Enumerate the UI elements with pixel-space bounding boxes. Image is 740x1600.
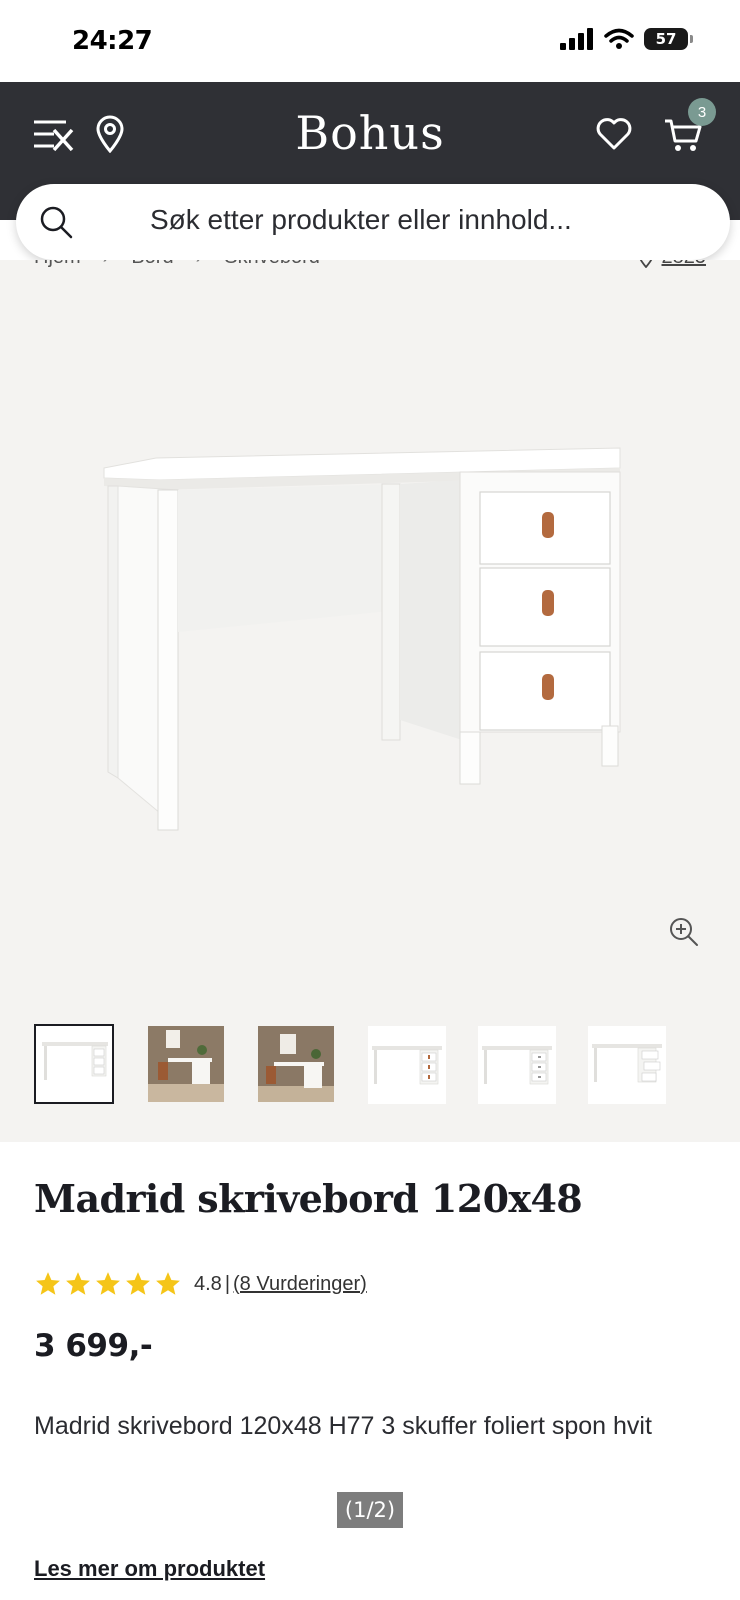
search-input[interactable]: Søk etter produkter eller innhold...: [16, 184, 730, 260]
breadcrumb-home[interactable]: Hjem: [34, 260, 81, 269]
breadcrumb: Hjem › Bord › Skrivebord: [34, 260, 320, 269]
status-bar: 24:27 57: [0, 0, 740, 82]
rating-value: 4.8: [194, 1272, 222, 1295]
star-icon: [156, 1272, 180, 1295]
battery-icon: 57: [644, 28, 693, 50]
status-time: 24:27: [72, 26, 153, 56]
wifi-icon: [604, 28, 634, 49]
breadcrumb-skrivebord[interactable]: Skrivebord: [224, 260, 320, 269]
breadcrumb-bord[interactable]: Bord: [131, 260, 173, 269]
thumbnail-5[interactable]: [478, 1026, 556, 1104]
product-image-gallery[interactable]: Hjem › Bord › Skrivebord 2825: [0, 260, 740, 1142]
thumbnail-desk-image: [592, 1044, 662, 1083]
rating-row: 4.8 | (8 Vurderinger): [34, 1270, 367, 1298]
product-description: Madrid skrivebord 120x48 H77 3 skuffer f…: [34, 1412, 652, 1440]
thumbnail-desk-image: [42, 1042, 108, 1080]
signal-icon: [560, 28, 593, 50]
star-icon: [36, 1272, 60, 1295]
location-pin-icon: [639, 260, 652, 268]
star-icon: [126, 1272, 150, 1295]
rating-stars: [34, 1270, 182, 1298]
search-icon: [40, 206, 73, 239]
thumbnail-room-image: [258, 1026, 334, 1102]
read-more-link[interactable]: Les mer om produktet: [34, 1556, 265, 1582]
heart-icon: [596, 118, 632, 150]
rating-separator: |: [224, 1272, 231, 1295]
thumbnail-desk-image: [372, 1046, 442, 1085]
postcode-value: 2825: [662, 260, 707, 269]
postcode-selector[interactable]: 2825: [638, 260, 707, 269]
thumbnail-6[interactable]: [588, 1026, 666, 1104]
status-icons: 57: [560, 28, 693, 50]
zoom-button[interactable]: [668, 916, 700, 953]
wishlist-button[interactable]: [594, 114, 634, 154]
search-placeholder: Søk etter produkter eller innhold...: [150, 204, 572, 235]
zoom-in-icon: [670, 918, 698, 946]
thumbnail-desk-image: [482, 1046, 552, 1085]
reviews-link[interactable]: (8 Vurderinger): [233, 1273, 367, 1296]
cart-button[interactable]: 3: [662, 98, 716, 156]
page-indicator: (1/2): [337, 1492, 403, 1528]
chevron-right-icon: ›: [103, 260, 110, 269]
thumbnail-1[interactable]: [34, 1024, 114, 1104]
chevron-right-icon: ›: [196, 260, 203, 269]
product-price: 3 699,-: [34, 1328, 153, 1364]
star-icon: [66, 1272, 90, 1295]
product-title: Madrid skrivebord 120x48: [34, 1176, 583, 1221]
thumbnail-room-image: [148, 1026, 224, 1102]
star-icon: [96, 1272, 120, 1295]
thumbnail-strip: [34, 1024, 714, 1108]
cart-count-badge: 3: [688, 98, 716, 126]
thumbnail-4[interactable]: [368, 1026, 446, 1104]
thumbnail-3[interactable]: [258, 1026, 334, 1102]
product-main-image[interactable]: [100, 440, 640, 860]
thumbnail-2[interactable]: [148, 1026, 224, 1102]
